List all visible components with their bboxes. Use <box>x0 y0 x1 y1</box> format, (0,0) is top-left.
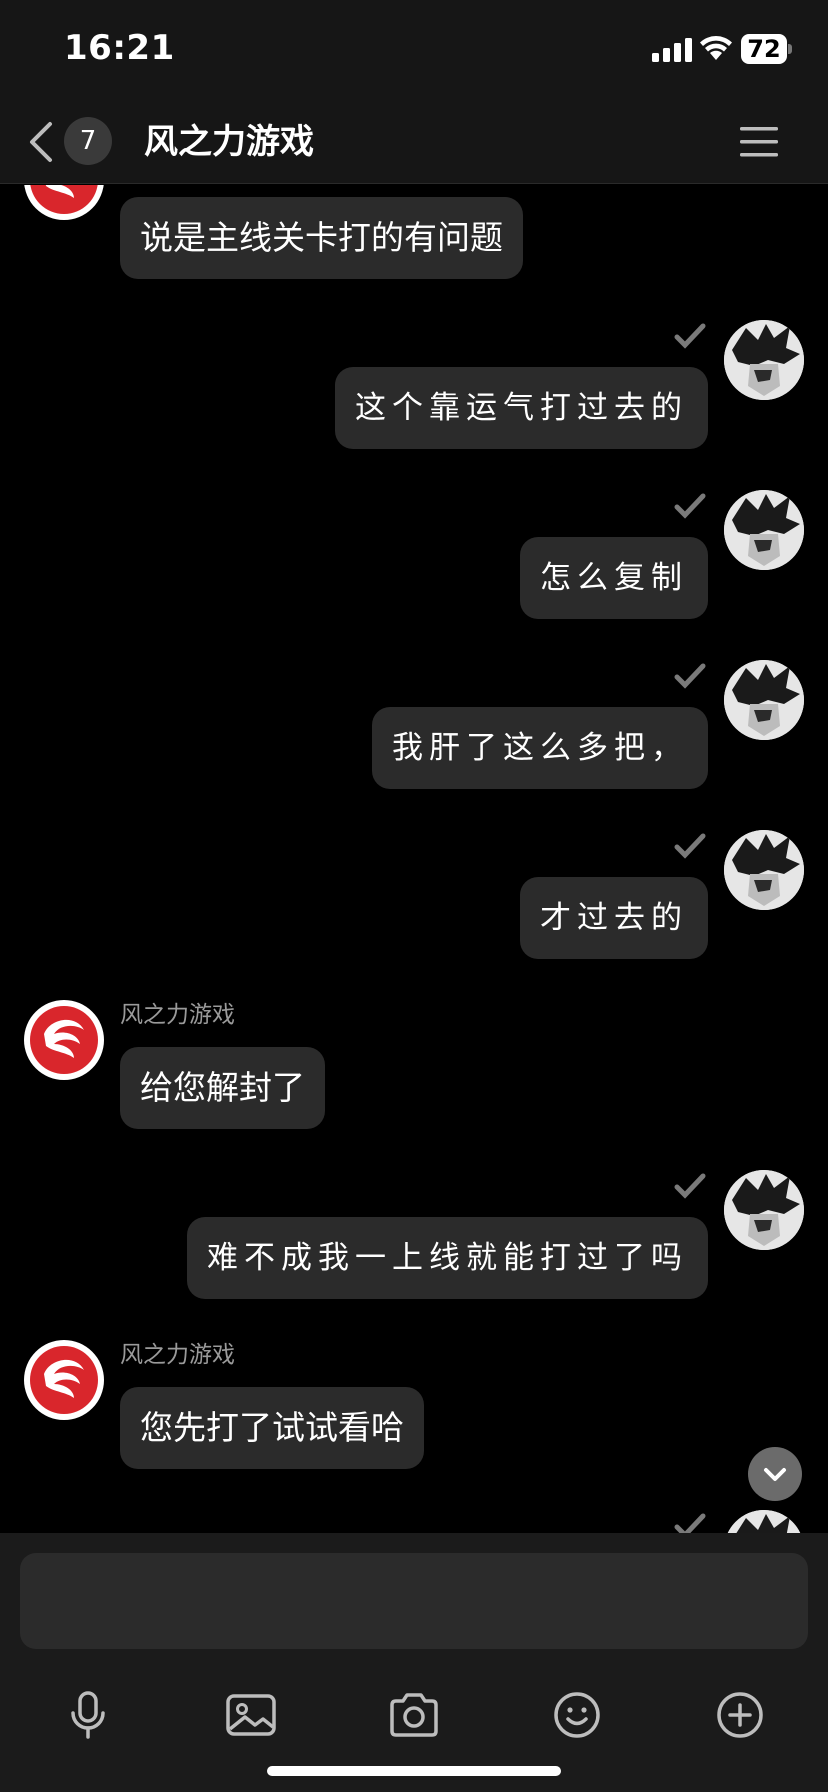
wifi-icon <box>700 36 732 60</box>
image-icon[interactable] <box>221 1685 281 1745</box>
scroll-to-bottom-button[interactable] <box>748 1447 802 1501</box>
read-check-icon <box>674 493 706 519</box>
menu-icon[interactable] <box>740 124 778 160</box>
status-bar: 16:21 72 <box>0 0 828 100</box>
read-check-icon <box>674 1513 706 1533</box>
manga-portrait-icon <box>724 320 804 400</box>
message-bubble-outgoing[interactable]: 怎么复制 <box>520 537 708 619</box>
message-bubble-outgoing[interactable]: 难不成我一上线就能打过了吗 <box>187 1217 708 1299</box>
message-bubble-outgoing[interactable]: 才过去的 <box>520 877 708 959</box>
brand-avatar[interactable] <box>24 1000 104 1080</box>
manga-portrait-icon <box>724 660 804 740</box>
composer <box>0 1533 828 1792</box>
message-input[interactable] <box>20 1553 808 1649</box>
status-time: 16:21 <box>64 28 175 68</box>
home-indicator[interactable] <box>267 1766 561 1776</box>
phoenix-logo-icon <box>30 1346 98 1414</box>
manga-portrait-icon <box>724 830 804 910</box>
manga-portrait-icon <box>724 1510 804 1533</box>
message-bubble-incoming[interactable]: 说是主线关卡打的有问题 <box>120 197 523 279</box>
chat-title: 风之力游戏 <box>144 122 314 162</box>
user-avatar[interactable] <box>724 1170 804 1250</box>
nav-bar: 7 风之力游戏 <box>0 100 828 184</box>
camera-icon[interactable] <box>384 1685 444 1745</box>
user-avatar[interactable] <box>724 830 804 910</box>
emoji-icon[interactable] <box>547 1685 607 1745</box>
back-chevron-icon[interactable] <box>24 118 56 166</box>
phoenix-logo-icon <box>30 1006 98 1074</box>
sender-name: 风之力游戏 <box>120 1002 235 1028</box>
microphone-icon[interactable] <box>58 1685 118 1745</box>
battery-level: 72 <box>741 34 787 64</box>
brand-avatar[interactable] <box>24 185 104 220</box>
read-check-icon <box>674 323 706 349</box>
brand-avatar[interactable] <box>24 1340 104 1420</box>
user-avatar[interactable] <box>724 320 804 400</box>
plus-icon[interactable] <box>710 1685 770 1745</box>
user-avatar[interactable] <box>724 1510 804 1533</box>
read-check-icon <box>674 833 706 859</box>
chevron-down-icon <box>764 1468 786 1481</box>
battery-cap <box>788 44 792 54</box>
user-avatar[interactable] <box>724 490 804 570</box>
user-avatar[interactable] <box>724 660 804 740</box>
message-list[interactable]: 说是主线关卡打的有问题 这个靠运气打过去的 怎么复制 我肝了这么多把， 才过去的… <box>0 185 828 1533</box>
manga-portrait-icon <box>724 1170 804 1250</box>
message-bubble-outgoing[interactable]: 我肝了这么多把， <box>372 707 708 789</box>
sender-name: 风之力游戏 <box>120 1342 235 1368</box>
unread-count-badge[interactable]: 7 <box>64 117 112 165</box>
manga-portrait-icon <box>724 490 804 570</box>
signal-icon <box>652 38 692 62</box>
message-bubble-incoming[interactable]: 给您解封了 <box>120 1047 325 1129</box>
phoenix-logo-icon <box>30 185 98 214</box>
chat-screen: 16:21 72 7 风之力游戏 说是主线关卡打的有问题 这个靠运气打过去的 怎… <box>0 0 828 1792</box>
message-bubble-incoming[interactable]: 您先打了试试看哈 <box>120 1387 424 1469</box>
read-check-icon <box>674 663 706 689</box>
read-check-icon <box>674 1173 706 1199</box>
message-bubble-outgoing[interactable]: 这个靠运气打过去的 <box>335 367 708 449</box>
battery-indicator: 72 <box>741 34 792 64</box>
